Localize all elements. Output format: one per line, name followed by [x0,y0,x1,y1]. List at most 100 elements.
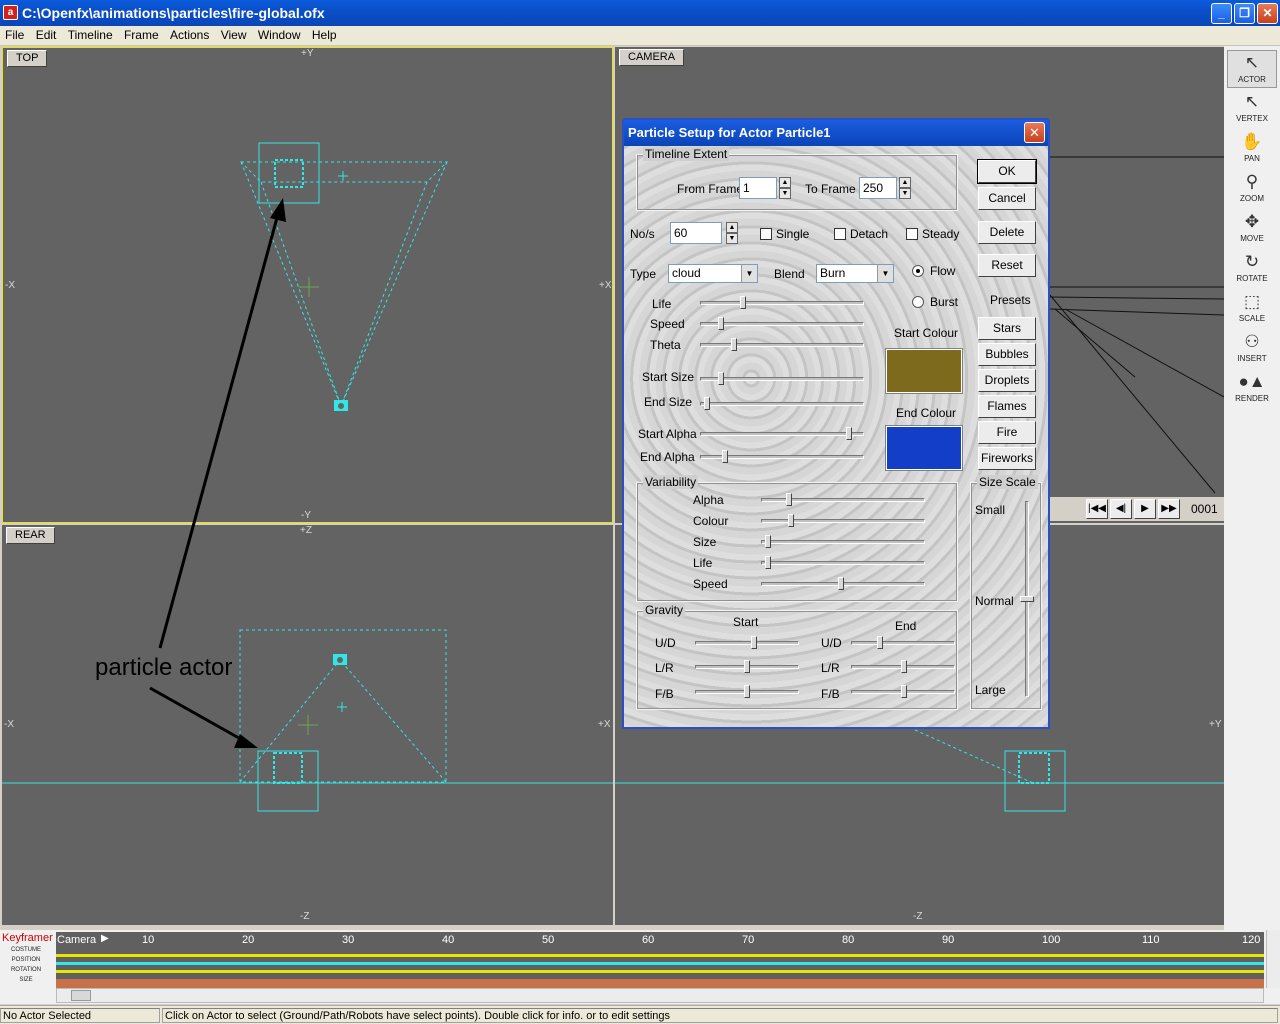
detach-checkbox[interactable] [834,228,846,240]
rear-viewport[interactable]: REAR +Z -Z -X +X [2,525,613,925]
end-colour-swatch[interactable] [885,425,963,471]
maximize-button[interactable]: ❐ [1234,3,1255,24]
preset-fireworks-button[interactable]: Fireworks [978,447,1036,470]
start-size-slider[interactable] [700,372,864,385]
size-scale-slider[interactable] [1020,501,1034,697]
menu-file[interactable]: File [2,26,27,44]
var-size-slider[interactable] [761,535,925,548]
tool-actor[interactable]: ↖ ACTOR [1227,50,1277,88]
rotation-track[interactable] [56,970,1264,973]
timeline-track[interactable]: Camera ▶ 10 20 30 40 50 60 70 80 90 100 110 120 [56,932,1264,988]
tool-pan[interactable]: ✋ PAN [1227,130,1277,168]
var-speed-slider[interactable] [761,577,925,590]
particle-setup-dialog: Particle Setup for Actor Particle1 ✕ Tim… [622,118,1050,729]
end-alpha-slider[interactable] [700,450,864,463]
rewind-button[interactable]: |◀◀ [1086,499,1108,519]
end-size-slider[interactable] [700,397,864,410]
from-frame-input[interactable]: 1 [739,177,777,199]
gravity-lr-end-label: L/R [821,661,840,675]
speed-slider[interactable] [700,317,864,330]
preset-bubbles-button[interactable]: Bubbles [978,343,1036,366]
step-back-button[interactable]: ◀| [1110,499,1132,519]
to-frame-spinner[interactable]: ▲ ▼ [899,177,911,199]
blend-select[interactable]: Burn ▼ [816,264,894,283]
tool-rotate[interactable]: ↻ ROTATE [1227,250,1277,288]
preset-stars-button[interactable]: Stars [978,317,1036,340]
top-viewport[interactable]: TOP +Y -Y -X +X [2,47,613,523]
single-checkbox[interactable] [760,228,772,240]
delete-button[interactable]: Delete [978,221,1036,244]
nos-label: No/s [630,227,655,241]
status-hint: Click on Actor to select (Ground/Path/Ro… [162,1008,1278,1023]
gravity-ud-end-label: U/D [821,636,842,650]
var-life-slider[interactable] [761,556,925,569]
menu-frame[interactable]: Frame [121,26,162,44]
var-colour-slider[interactable] [761,514,925,527]
tool-vertex[interactable]: ↖ VERTEX [1227,90,1277,128]
cancel-button[interactable]: Cancel [978,187,1036,210]
gravity-fb-end-slider[interactable] [851,685,955,698]
ok-button[interactable]: OK [977,159,1037,184]
start-colour-swatch[interactable] [885,348,963,394]
dialog-title: Particle Setup for Actor Particle1 [628,125,831,140]
var-speed-label: Speed [693,577,728,591]
gravity-end-label: End [895,619,917,633]
tool-zoom[interactable]: ⚲ ZOOM [1227,170,1277,208]
minimize-button[interactable]: _ [1211,3,1232,24]
type-select[interactable]: cloud ▼ [668,264,758,283]
gravity-lr-end-slider[interactable] [851,660,955,673]
menu-view[interactable]: View [218,26,250,44]
steady-checkbox[interactable] [906,228,918,240]
timeline-ruler[interactable]: Camera ▶ 10 20 30 40 50 60 70 80 90 100 110 120 [56,932,1264,950]
gravity-ud-end-slider[interactable] [851,636,955,649]
life-label: Life [652,297,672,311]
preset-fire-button[interactable]: Fire [978,421,1036,444]
menu-timeline[interactable]: Timeline [65,26,116,44]
gravity-ud-start-slider[interactable] [695,636,799,649]
size-scale-normal-label: Normal [975,594,1014,608]
position-track[interactable] [56,962,1264,965]
dialog-close-button[interactable]: ✕ [1024,122,1045,143]
to-frame-input[interactable]: 250 [859,177,897,199]
menu-actions[interactable]: Actions [167,26,212,44]
nos-spinner[interactable]: ▲ ▼ [726,222,738,244]
menu-window[interactable]: Window [255,26,304,44]
reset-button[interactable]: Reset [978,254,1036,277]
openfx-icon[interactable]: a [3,5,18,20]
menu-help[interactable]: Help [309,26,340,44]
group-title: Variability [643,475,699,489]
dialog-title-bar[interactable]: Particle Setup for Actor Particle1 [624,120,1048,146]
fast-forward-button[interactable]: ▶▶ [1158,499,1180,519]
timeline-horizontal-scrollbar[interactable] [56,988,1264,1003]
magnifier-icon: ⚲ [1245,172,1259,191]
menu-edit[interactable]: Edit [33,26,60,44]
burst-radio[interactable] [912,296,924,308]
theta-slider[interactable] [700,338,864,351]
tool-move[interactable]: ✥ MOVE [1227,210,1277,248]
start-alpha-slider[interactable] [700,427,864,440]
gravity-lr-start-slider[interactable] [695,660,799,673]
flow-label: Flow [930,264,956,278]
flow-radio[interactable] [912,265,924,277]
tool-insert[interactable]: ⚇ INSERT [1227,330,1277,368]
close-button[interactable]: ✕ [1257,3,1278,24]
gravity-fb-start-slider[interactable] [695,685,799,698]
var-alpha-slider[interactable] [761,493,925,506]
tool-render[interactable]: ●▲ RENDER [1227,370,1277,408]
from-frame-spinner[interactable]: ▲ ▼ [779,177,791,199]
rear-wireframe [2,629,613,812]
nos-input[interactable]: 60 [670,222,722,244]
preset-flames-button[interactable]: Flames [978,395,1036,418]
tool-scale[interactable]: ⬚ SCALE [1227,290,1277,328]
variability-group: Variability Alpha Colour Size Life Speed [636,475,958,602]
scale-icon: ⬚ [1243,292,1261,311]
timeline-vertical-scrollbar[interactable] [1266,930,1280,988]
steady-label: Steady [922,227,960,241]
life-slider[interactable] [700,296,864,309]
size-track[interactable] [56,979,1264,988]
play-button[interactable]: ▶ [1134,499,1156,519]
costume-track[interactable] [56,954,1264,957]
scrollbar-thumb[interactable] [71,990,91,1001]
track-label-position: POSITION [11,957,41,963]
preset-droplets-button[interactable]: Droplets [978,369,1036,392]
